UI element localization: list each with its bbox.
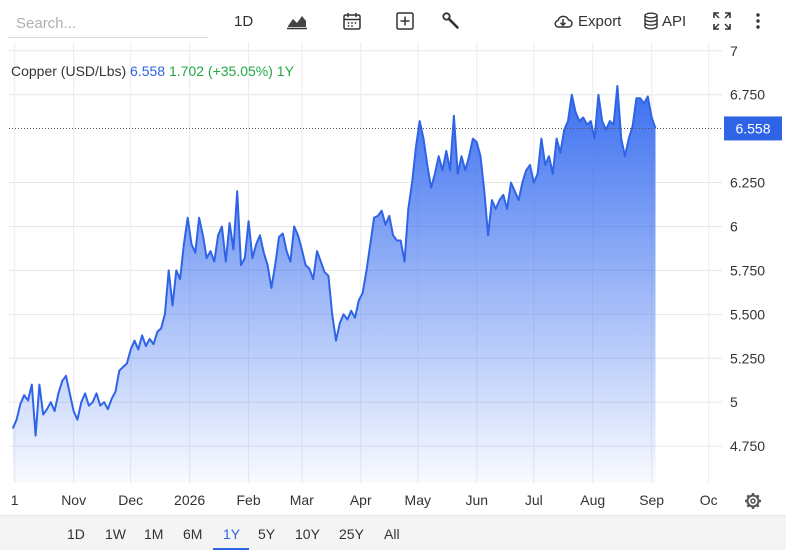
- x-tick-label: Dec: [118, 492, 143, 508]
- range-1w[interactable]: 1W: [105, 526, 126, 542]
- x-tick-label: 1: [11, 492, 19, 508]
- settings-gear-icon[interactable]: [745, 493, 761, 509]
- y-tick-label: 6.750: [730, 87, 765, 103]
- x-tick-label: Apr: [350, 492, 372, 508]
- api-label: API: [662, 12, 687, 30]
- x-tick-label: Jul: [525, 492, 543, 508]
- add-indicator-button[interactable]: [395, 8, 415, 34]
- chart-type-button[interactable]: [286, 8, 308, 34]
- last-price-label: 6.558: [735, 120, 770, 136]
- tools-button[interactable]: [441, 8, 461, 34]
- cloud-download-icon: [554, 15, 573, 28]
- x-tick-label: Oc: [700, 492, 718, 508]
- database-icon: [644, 12, 658, 30]
- range-5y[interactable]: 5Y: [258, 526, 275, 542]
- range-10y[interactable]: 10Y: [295, 526, 320, 542]
- toolbar: 1D: [0, 0, 786, 42]
- export-label: Export: [578, 12, 622, 30]
- y-tick-label: 6.250: [730, 175, 765, 191]
- range-1m[interactable]: 1M: [144, 526, 163, 542]
- interval-button[interactable]: 1D: [234, 8, 253, 34]
- fullscreen-button[interactable]: [711, 8, 733, 34]
- add-indicator-icon: [396, 12, 414, 30]
- x-tick-label: Nov: [61, 492, 86, 508]
- range-6m[interactable]: 6M: [183, 526, 202, 542]
- legend-price: 6.558: [130, 63, 166, 79]
- chart-widget: 1D: [0, 0, 786, 550]
- range-1d[interactable]: 1D: [67, 526, 85, 542]
- chart-legend: Copper (USD/Lbs) 6.558 1.702 (+35.05%) 1…: [11, 63, 294, 79]
- calendar-icon: [343, 13, 361, 30]
- more-vertical-icon: [756, 13, 760, 29]
- export-button[interactable]: Export: [552, 8, 621, 34]
- price-chart[interactable]: 4.750 5 5.250 5.500 5.750 6 6.250 6.750 7 1 Nov Dec…: [0, 42, 786, 515]
- legend-period: 1Y: [276, 63, 294, 79]
- more-options-button[interactable]: [753, 8, 763, 34]
- fullscreen-icon: [713, 12, 731, 30]
- interval-label: 1D: [234, 12, 254, 30]
- x-tick-label: Sep: [639, 492, 664, 508]
- y-tick-label: 5.750: [730, 262, 765, 278]
- y-tick-label: 5.250: [730, 350, 765, 366]
- y-tick-label: 7: [730, 43, 738, 59]
- range-all[interactable]: All: [384, 526, 400, 542]
- x-tick-label: May: [405, 492, 431, 508]
- y-tick-label: 4.750: [730, 438, 765, 454]
- x-tick-label: Aug: [580, 492, 605, 508]
- legend-change: 1.702 (+35.05%): [168, 63, 273, 79]
- x-tick-label: Feb: [237, 492, 261, 508]
- range-1y[interactable]: 1Y: [223, 526, 240, 542]
- range-selector: 1D 1W 1M 6M 1Y 5Y 10Y 25Y All: [0, 515, 786, 550]
- x-tick-label: Jun: [465, 492, 488, 508]
- range-25y[interactable]: 25Y: [339, 526, 364, 542]
- y-tick-label: 5: [730, 394, 738, 410]
- y-tick-label: 5.500: [730, 306, 765, 322]
- x-tick-label: 2026: [174, 492, 205, 508]
- chart-type-icon: [287, 16, 307, 30]
- wrench-icon: [442, 12, 459, 29]
- calendar-button[interactable]: [342, 8, 362, 34]
- api-button[interactable]: API: [643, 8, 686, 34]
- legend-name: Copper (USD/Lbs): [11, 63, 127, 79]
- search-input[interactable]: [8, 10, 208, 38]
- y-tick-label: 6: [730, 218, 738, 234]
- x-tick-label: Mar: [290, 492, 314, 508]
